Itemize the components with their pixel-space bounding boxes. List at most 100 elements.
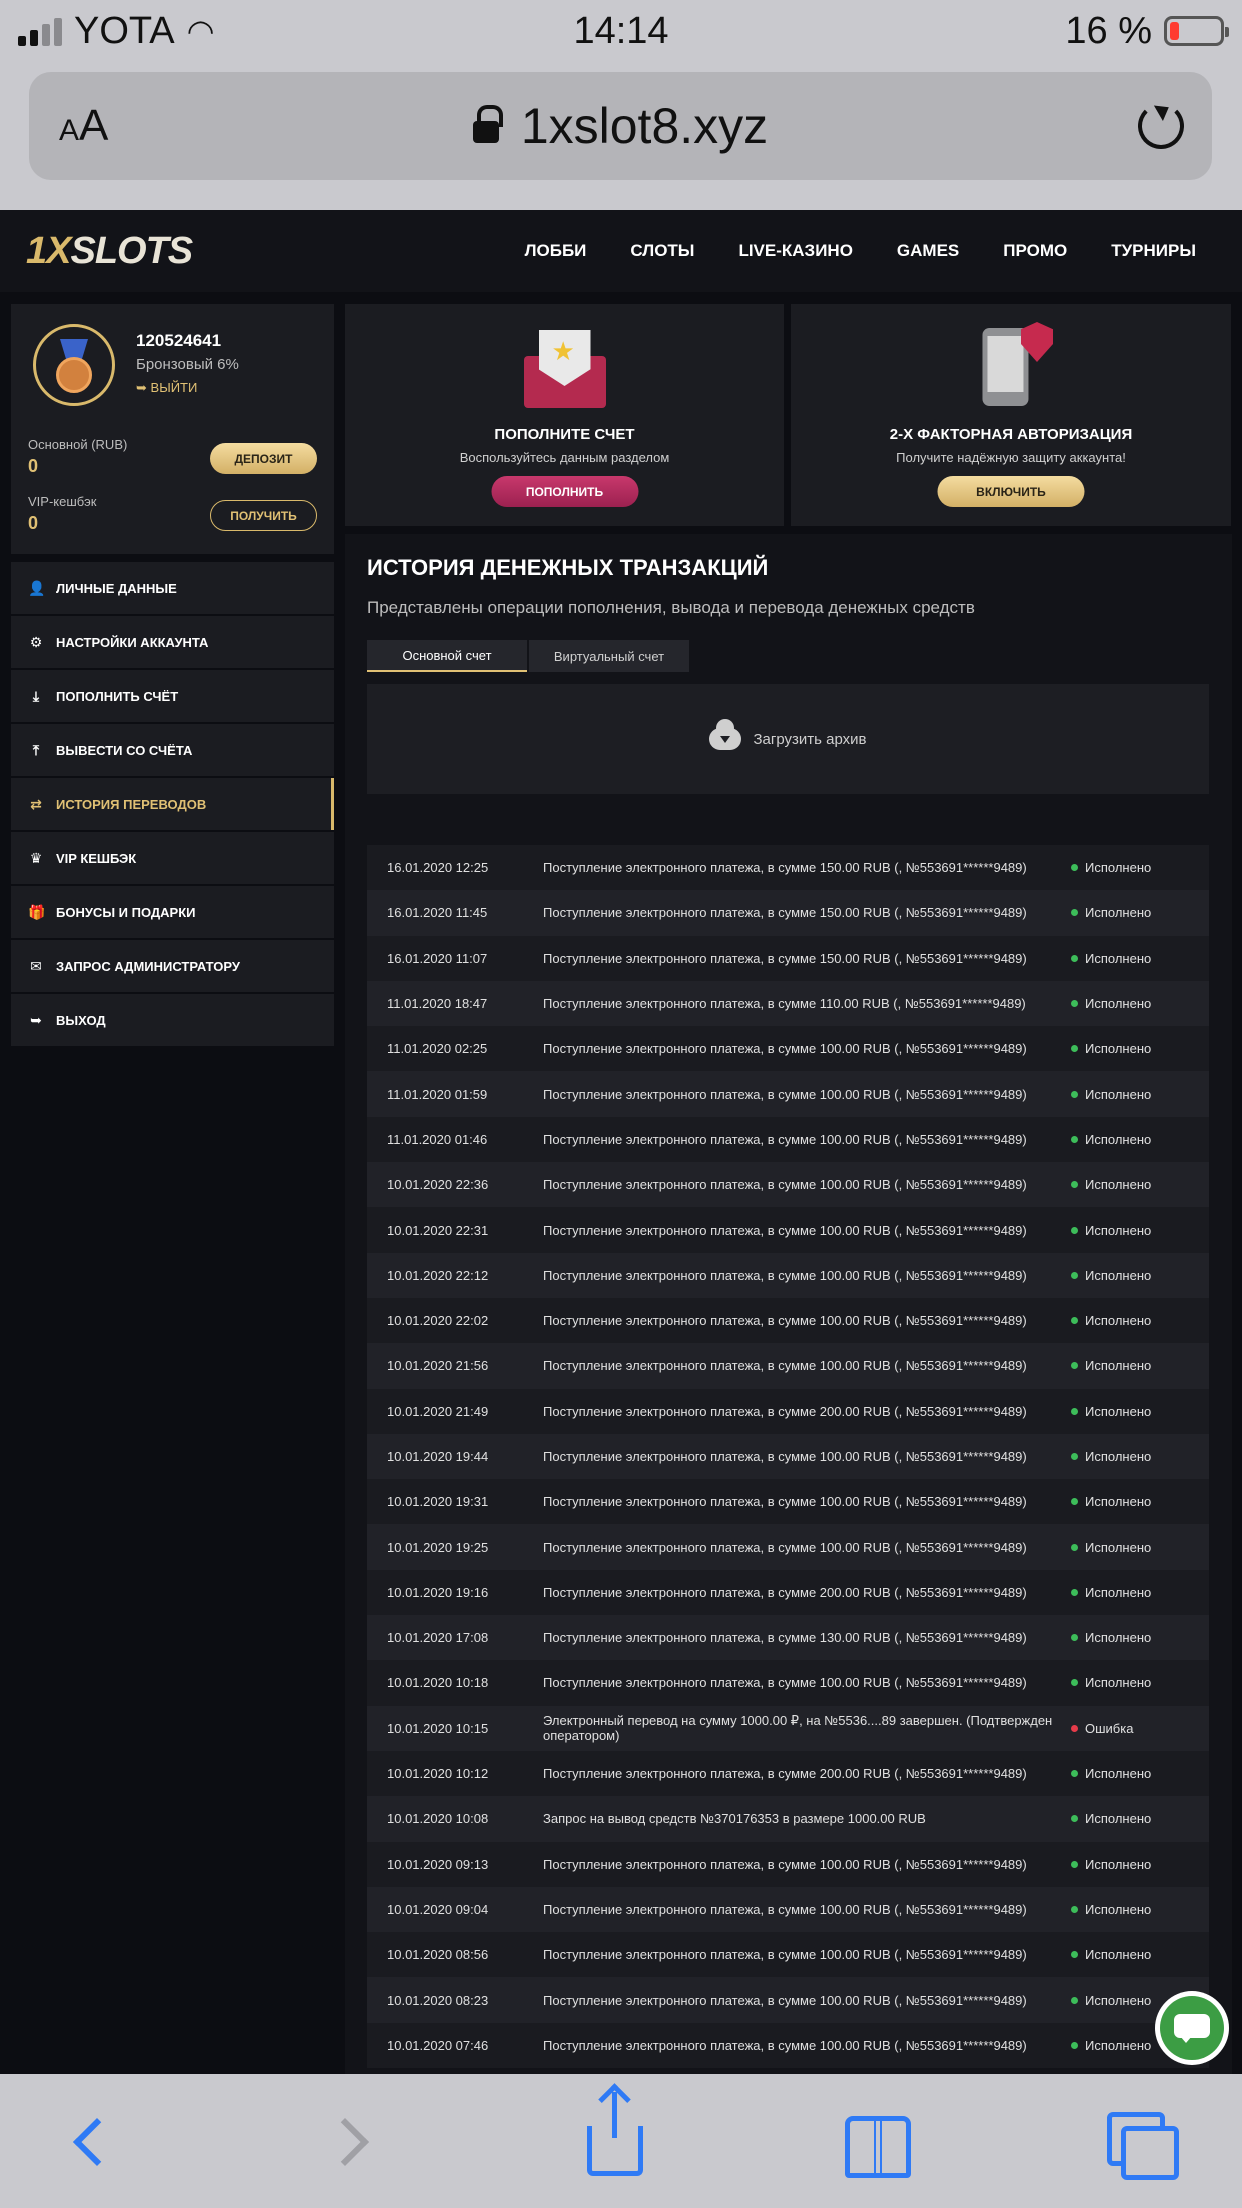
logout-link[interactable]: ➥ ВЫЙТИ (136, 380, 197, 396)
tx-status: Ошибка (1065, 1721, 1133, 1736)
url-field[interactable]: 1xslot8.xyz (472, 97, 768, 155)
tx-status: Исполнено (1065, 1811, 1151, 1826)
tx-date: 16.01.2020 11:07 (387, 950, 488, 966)
table-row: 10.01.2020 10:15 Электронный перевод на с… (367, 1705, 1209, 1751)
envelope-star-icon: ★ (523, 326, 606, 408)
tx-status-label: Исполнено (1085, 1992, 1152, 2008)
tx-date: 10.01.2020 10:12 (387, 1766, 489, 1782)
browser-address-area: AA 1xslot8.xyz (0, 62, 1242, 210)
tx-description: Электронный перевод на сумму 1000.00 ₽, … (543, 1713, 1053, 1744)
chat-icon (1160, 1996, 1224, 2060)
tx-date: 10.01.2020 22:02 (387, 1313, 489, 1329)
table-row: 10.01.2020 22:36 Поступление электронного… (367, 1162, 1209, 1208)
table-row: 11.01.2020 18:47 Поступление электронного… (367, 980, 1209, 1027)
tx-date: 10.01.2020 19:16 (387, 1584, 489, 1600)
top-up-button[interactable]: ПОПОЛНИТЬ (491, 476, 638, 507)
tx-status-label: Исполнено (1085, 1041, 1152, 1057)
tx-status-label: Исполнено (1085, 1177, 1152, 1193)
book-icon (845, 2116, 911, 2178)
tx-status: Исполнено (1065, 1449, 1151, 1464)
status-dot-icon (1071, 1724, 1078, 1732)
nav-lobby[interactable]: ЛОББИ (525, 241, 587, 261)
status-dot-icon (1071, 864, 1078, 872)
nav-live-casino[interactable]: LIVE-КАЗИНО (738, 241, 852, 261)
page-title: ИСТОРИЯ ДЕНЕЖНЫХ ТРАНЗАКЦИЙ (367, 555, 769, 580)
tabs-button[interactable] (1100, 2102, 1180, 2182)
tx-status: Исполнено (1065, 1494, 1151, 1509)
sidebar-item-4[interactable]: ⇄ ИСТОРИЯ ПЕРЕВОДОВ (11, 778, 334, 830)
download-archive-button[interactable]: Загрузить архив (367, 684, 1209, 794)
tx-date: 10.01.2020 22:12 (387, 1267, 489, 1283)
status-dot-icon (1071, 2041, 1078, 2049)
tx-date: 11.01.2020 18:47 (387, 996, 488, 1012)
sidebar-item-1[interactable]: ⚙ НАСТРОЙКИ АККАУНТА (11, 616, 334, 668)
table-row: 10.01.2020 09:04 Поступление электронного… (367, 1886, 1209, 1933)
transaction-history-panel: ИСТОРИЯ ДЕНЕЖНЫХ ТРАНЗАКЦИЙ Представлены… (345, 534, 1232, 2074)
text-size-button[interactable]: AA (59, 101, 108, 151)
tx-description: Поступление электронного платежа, в сумм… (543, 1358, 1027, 1374)
tx-status-label: Исполнено (1085, 1947, 1152, 1963)
wifi-icon: ◠ (186, 13, 215, 49)
tx-date: 16.01.2020 11:45 (387, 905, 488, 921)
back-button[interactable] (50, 2102, 130, 2182)
tx-status: Исполнено (1065, 2038, 1151, 2053)
status-dot-icon (1071, 1634, 1078, 1642)
share-button[interactable] (575, 2092, 655, 2182)
tab-main-account[interactable]: Основной счет (367, 640, 527, 672)
status-dot-icon (1071, 1407, 1078, 1415)
nav-tournaments[interactable]: ТУРНИРЫ (1111, 241, 1196, 261)
profile-card: 120524641 Бронзовый 6% ➥ ВЫЙТИ Основной … (11, 304, 334, 554)
tx-description: Поступление электронного платежа, в сумм… (543, 1177, 1027, 1193)
carrier-name: YOTA (74, 9, 175, 52)
tx-status-label: Исполнено (1085, 1766, 1152, 1782)
tx-date: 10.01.2020 22:31 (387, 1222, 489, 1238)
deposit-button[interactable]: ДЕПОЗИТ (210, 443, 317, 474)
user-id: 120524641 (136, 331, 222, 350)
enable-2fa-button[interactable]: ВКЛЮЧИТЬ (937, 476, 1085, 507)
tx-description: Поступление электронного платежа, в сумм… (543, 1766, 1027, 1782)
sidebar-item-label: ЗАПРОС АДМИНИСТРАТОРУ (56, 958, 240, 974)
nav-games[interactable]: GAMES (897, 241, 959, 261)
chat-support-button[interactable] (1155, 1991, 1229, 2065)
tx-date: 10.01.2020 21:49 (387, 1403, 489, 1419)
claim-button[interactable]: ПОЛУЧИТЬ (210, 500, 317, 531)
status-dot-icon (1071, 1271, 1078, 1279)
reload-icon[interactable] (1138, 103, 1184, 149)
nav-slots[interactable]: СЛОТЫ (630, 241, 694, 261)
download-archive-label: Загрузить архив (753, 730, 867, 748)
sidebar-item-5[interactable]: ♛ VIP КЕШБЭК (11, 832, 334, 884)
table-row: 10.01.2020 21:49 Поступление электронного… (367, 1388, 1209, 1434)
nav-promo[interactable]: ПРОМО (1003, 241, 1067, 261)
status-dot-icon (1071, 1498, 1078, 1506)
sidebar-item-2[interactable]: ⤓ ПОПОЛНИТЬ СЧЁТ (11, 670, 334, 722)
sidebar-item-0[interactable]: 👤 ЛИЧНЫЕ ДАННЫЕ (11, 562, 334, 614)
two-factor-card-title: 2-Х ФАКТОРНАЯ АВТОРИЗАЦИЯ (889, 426, 1133, 443)
sidebar-item-label: ПОПОЛНИТЬ СЧЁТ (56, 688, 179, 704)
tx-description: Запрос на вывод средств №370176353 в раз… (543, 1811, 926, 1827)
site-logo[interactable]: 1XSLOTS (26, 230, 193, 273)
transfer-arrows-icon: ⇄ (30, 796, 42, 812)
tab-virtual-account[interactable]: Виртуальный счет (529, 640, 689, 672)
bronze-medal-icon (33, 324, 115, 406)
table-row: 10.01.2020 07:46 Поступление электронного… (367, 2022, 1209, 2069)
sidebar-item-label: ИСТОРИЯ ПЕРЕВОДОВ (56, 796, 207, 812)
sidebar-item-6[interactable]: 🎁 БОНУСЫ И ПОДАРКИ (11, 886, 334, 938)
forward-button[interactable] (312, 2102, 392, 2182)
table-row: 16.01.2020 11:45 Поступление электронного… (367, 890, 1209, 936)
tx-status-label: Исполнено (1085, 1675, 1152, 1691)
sidebar-item-8[interactable]: ➥ ВЫХОД (11, 994, 334, 1046)
sidebar-item-7[interactable]: ✉ ЗАПРОС АДМИНИСТРАТОРУ (11, 940, 334, 992)
sidebar-item-3[interactable]: ⤒ ВЫВЕСТИ СО СЧЁТА (11, 724, 334, 776)
status-dot-icon (1071, 1770, 1078, 1778)
tx-description: Поступление электронного платежа, в сумм… (543, 950, 1027, 966)
tx-description: Поступление электронного платежа, в сумм… (543, 860, 1027, 876)
tx-date: 11.01.2020 01:46 (387, 1131, 488, 1147)
address-bar[interactable]: AA 1xslot8.xyz (29, 72, 1212, 180)
tx-status: Исполнено (1065, 1993, 1151, 2008)
battery-percent: 16 % (1065, 9, 1152, 52)
status-dot-icon (1071, 1362, 1078, 1370)
bookmarks-button[interactable] (838, 2102, 918, 2182)
table-row: 10.01.2020 19:16 Поступление электронного… (367, 1569, 1209, 1616)
tx-description: Поступление электронного платежа, в сумм… (543, 1222, 1027, 1238)
tx-description: Поступление электронного платежа, в сумм… (543, 905, 1027, 921)
